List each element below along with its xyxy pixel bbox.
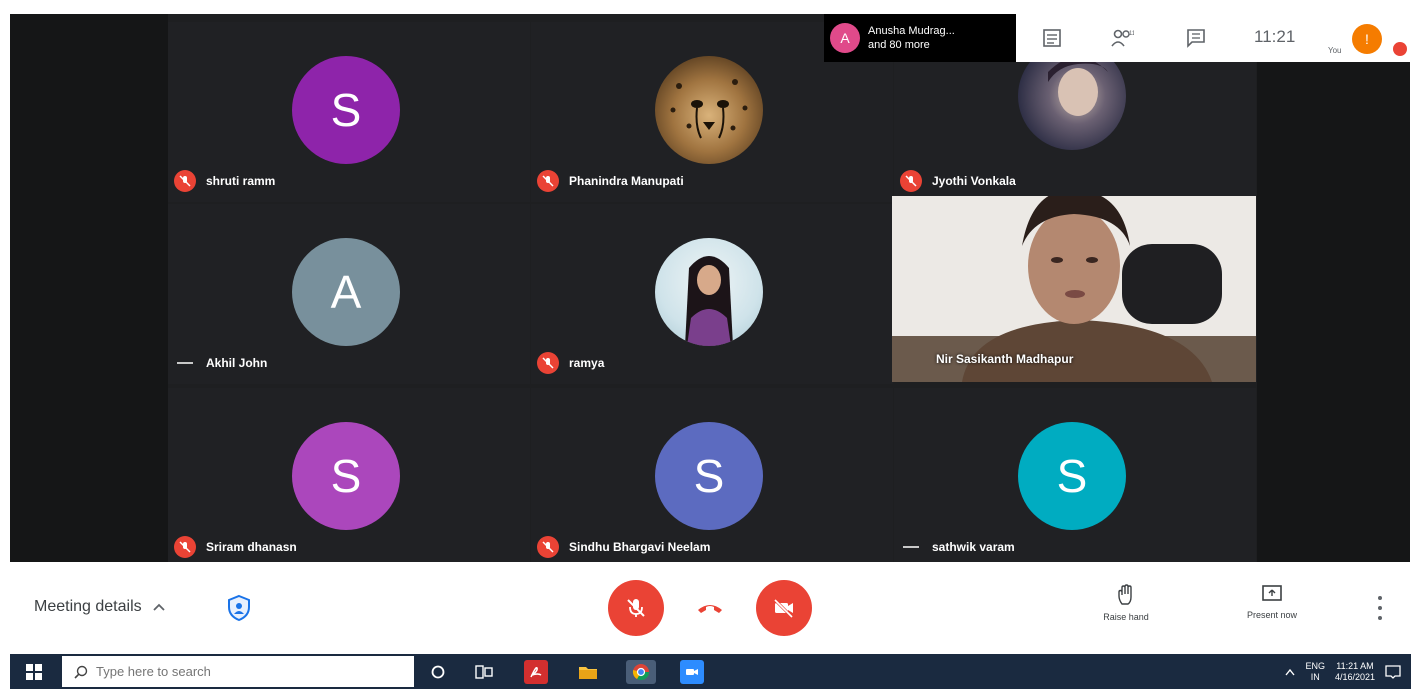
participant-avatar: S: [1018, 422, 1126, 530]
participant-name-row: sathwik varam: [900, 536, 1015, 558]
mic-off-icon: [537, 352, 559, 374]
participant-name: Sriram dhanasn: [206, 540, 297, 554]
audio-level-icon: [177, 362, 193, 364]
meeting-grid: S shruti ramm Phanindra Manupati Jyothi …: [10, 14, 1410, 562]
participant-tile[interactable]: S shruti ramm: [168, 22, 530, 202]
participant-name: ramya: [569, 356, 605, 370]
meeting-clock: 11:21: [1254, 27, 1296, 46]
more-options-icon[interactable]: [1372, 596, 1388, 620]
phone-hangup-icon: [698, 605, 722, 613]
mic-off-icon: [537, 170, 559, 192]
search-input[interactable]: [96, 664, 396, 679]
notification-line-1: Anusha Mudrag...: [868, 25, 955, 37]
task-view-icon[interactable]: [472, 660, 496, 684]
zoom-icon[interactable]: [680, 660, 704, 684]
leave-call-button[interactable]: [696, 598, 724, 618]
participant-name: Akhil John: [206, 356, 268, 370]
present-icon: [1262, 585, 1282, 601]
you-label: You: [1328, 46, 1342, 55]
notification-line-2: and 80 more: [868, 39, 930, 51]
mic-off-icon: [537, 536, 559, 558]
portrait-image: [685, 256, 733, 346]
participant-tile[interactable]: ramya: [531, 204, 893, 384]
right-margin: [1257, 14, 1410, 562]
participant-name: Nir Sasikanth Madhapur: [936, 352, 1074, 366]
system-clock[interactable]: 11:21 AM 4/16/2021: [1335, 661, 1375, 683]
audio-level-icon: [903, 546, 919, 548]
camera-off-icon: [773, 598, 794, 619]
participant-avatar: S: [655, 422, 763, 530]
mic-off-icon: [174, 170, 196, 192]
shield-icon[interactable]: [226, 594, 252, 622]
participant-name-row: shruti ramm: [174, 170, 275, 192]
participant-name: Phanindra Manupati: [569, 174, 684, 188]
participant-name: Sindhu Bhargavi Neelam: [569, 540, 711, 554]
chrome-icon[interactable]: [626, 660, 656, 684]
language-indicator[interactable]: ENG IN: [1305, 661, 1325, 683]
system-date: 4/16/2021: [1334, 671, 1375, 682]
participant-avatar: S: [292, 56, 400, 164]
people-icon[interactable]: 11: [1108, 24, 1136, 52]
participant-name-row: Phanindra Manupati: [537, 170, 684, 192]
svg-text:11: 11: [1129, 31, 1134, 37]
cheetah-image: [670, 79, 748, 139]
meeting-info-icon[interactable]: [1038, 24, 1066, 52]
participant-name-row: Sriram dhanasn: [174, 536, 297, 558]
chevron-up-icon: [152, 603, 165, 611]
participant-name-row: Sindhu Bhargavi Neelam: [537, 536, 710, 558]
start-button[interactable]: [10, 654, 58, 689]
taskbar-search[interactable]: [62, 656, 414, 687]
mic-off-icon: [174, 536, 196, 558]
participant-tile[interactable]: S Sindhu Bhargavi Neelam: [531, 388, 893, 562]
language-top: ENG: [1305, 660, 1325, 671]
cortana-icon[interactable]: [426, 660, 450, 684]
present-now-button[interactable]: Present now: [1232, 584, 1312, 620]
chevron-up-icon[interactable]: [1285, 668, 1295, 676]
video-tile[interactable]: Nir Sasikanth Madhapur: [892, 196, 1256, 382]
notification-avatar: A: [830, 23, 860, 53]
language-bottom: IN: [1310, 671, 1320, 682]
screen: S shruti ramm Phanindra Manupati Jyothi …: [0, 0, 1411, 689]
windows-icon: [26, 663, 42, 680]
hand-icon: [1118, 584, 1132, 605]
raise-hand-button[interactable]: Raise hand: [1086, 584, 1166, 622]
file-explorer-icon[interactable]: [576, 660, 600, 684]
present-now-label: Present now: [1246, 610, 1298, 620]
system-tray: ENG IN 11:21 AM 4/16/2021: [1285, 654, 1411, 689]
system-time: 11:21 AM: [1336, 660, 1374, 671]
mic-toggle-button[interactable]: [608, 580, 664, 636]
self-avatar[interactable]: !: [1352, 24, 1382, 54]
participant-name: Jyothi Vonkala: [932, 174, 1016, 188]
participant-photo: [655, 238, 763, 346]
participant-avatar: A: [292, 238, 400, 346]
search-icon: [74, 665, 88, 679]
participant-photo: [655, 56, 763, 164]
participant-name-row: Jyothi Vonkala: [900, 170, 1016, 192]
participant-tile[interactable]: A Akhil John: [168, 204, 530, 384]
self-mic-off-badge: [1393, 42, 1407, 56]
participant-avatar: S: [292, 422, 400, 530]
participant-name-row: Akhil John: [174, 352, 267, 374]
participant-name: sathwik varam: [932, 540, 1015, 554]
taskbar: ENG IN 11:21 AM 4/16/2021: [10, 654, 1411, 689]
join-notification[interactable]: A Anusha Mudrag... and 80 more: [824, 14, 1016, 62]
participant-tile[interactable]: S Sriram dhanasn: [168, 388, 530, 562]
raise-hand-label: Raise hand: [1103, 612, 1149, 622]
participant-name-row: ramya: [537, 352, 604, 374]
acrobat-icon[interactable]: [524, 660, 548, 684]
meeting-details-label: Meeting details: [34, 598, 142, 615]
control-bar: Meeting details Raise hand Present now: [0, 562, 1411, 654]
mic-off-icon: [627, 599, 645, 617]
camera-toggle-button[interactable]: [756, 580, 812, 636]
left-margin: [10, 14, 168, 562]
notification-text: Anusha Mudrag... and 80 more: [868, 24, 955, 52]
participant-tile[interactable]: S sathwik varam: [894, 388, 1256, 562]
meeting-details-button[interactable]: Meeting details: [34, 598, 166, 616]
participant-name: shruti ramm: [206, 174, 276, 188]
notification-center-icon[interactable]: [1385, 664, 1401, 679]
chat-icon[interactable]: [1182, 24, 1210, 52]
mic-off-icon: [900, 170, 922, 192]
